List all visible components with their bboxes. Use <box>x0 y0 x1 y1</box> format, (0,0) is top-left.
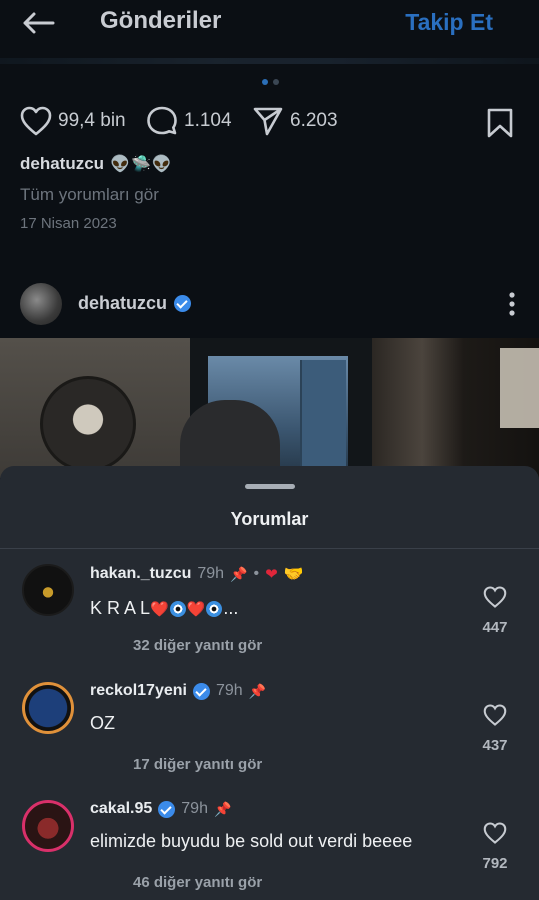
pin-icon: 📌 <box>248 682 267 699</box>
comment-button[interactable]: 1.104 <box>146 106 232 136</box>
wall-decor-image <box>40 376 136 472</box>
comments-sheet: Yorumlar hakan._tuzcu 79h 📌 • ❤ 🤝 K R A … <box>0 466 539 900</box>
comment-username[interactable]: reckol17yeni <box>90 682 187 700</box>
post-image[interactable] <box>0 338 539 478</box>
evil-eye-icon <box>169 601 186 618</box>
comment-header: reckol17yeni 79h 📌 <box>90 682 266 700</box>
comment-header: hakan._tuzcu 79h 📌 • ❤ 🤝 <box>90 564 304 584</box>
avatar[interactable] <box>22 682 74 734</box>
like-button[interactable]: 99,4 bin <box>20 106 126 136</box>
verified-badge-icon <box>192 682 210 700</box>
save-button[interactable] <box>486 108 514 143</box>
heart-icon <box>483 704 507 726</box>
like-count: 99,4 bin <box>58 110 126 131</box>
heart-icon <box>20 106 52 136</box>
comment-like-count: 447 <box>482 619 508 636</box>
next-post-username-row[interactable]: dehatuzcu <box>78 293 192 314</box>
comment-like-count: 792 <box>482 855 508 872</box>
view-replies-link[interactable]: 46 diğer yanıtı gör <box>133 874 262 891</box>
share-count: 6.203 <box>290 110 338 131</box>
carousel-dot <box>273 79 279 85</box>
comment-like-button[interactable]: 447 <box>475 586 515 636</box>
caption-emojis: 👽🛸👽 <box>110 156 173 173</box>
follow-button[interactable]: Takip Et <box>405 9 493 36</box>
heart-icon <box>483 822 507 844</box>
comment-time: 79h <box>215 682 243 699</box>
arrow-left-icon <box>23 12 55 34</box>
pin-icon: 📌 <box>213 800 232 817</box>
comment-text: elimizde buyudu be sold out verdi beeee <box>90 831 413 851</box>
comment-text: OZ <box>90 713 115 733</box>
view-all-comments-link[interactable]: Tüm yorumları gör <box>20 185 159 205</box>
more-vertical-icon <box>509 292 515 316</box>
heart-icon <box>483 586 507 608</box>
comment-like-count: 437 <box>482 737 508 754</box>
verified-badge-icon <box>174 295 192 312</box>
comment-header: cakal.95 79h 📌 <box>90 800 231 818</box>
share-button[interactable]: 6.203 <box>252 106 338 136</box>
back-button[interactable] <box>20 8 56 38</box>
comment-username[interactable]: cakal.95 <box>90 800 152 818</box>
top-bar: Gönderiler Takip Et <box>0 0 539 46</box>
divider <box>0 548 539 549</box>
avatar[interactable] <box>20 283 62 325</box>
creator-liked-heart-icon: ❤ <box>265 566 278 583</box>
comment-item: hakan._tuzcu 79h 📌 • ❤ 🤝 K R A L❤️ ❤️... … <box>0 556 539 674</box>
extra-emoji: 🤝 <box>283 566 304 583</box>
more-options-button[interactable] <box>508 291 516 322</box>
page-title: Gönderiler <box>100 7 222 34</box>
bookmark-icon <box>487 108 513 138</box>
carousel-indicator <box>262 79 279 85</box>
sheet-grabber[interactable] <box>245 484 295 489</box>
red-heart-icon: ❤️ <box>150 601 169 618</box>
evil-eye-icon <box>206 601 223 618</box>
comment-text-suffix: ... <box>223 598 239 618</box>
caption-username[interactable]: dehatuzcu <box>20 154 104 174</box>
comment-text: K R A L❤️ ❤️... <box>90 598 238 619</box>
comment-bubble-icon <box>147 106 177 135</box>
comment-like-button[interactable]: 792 <box>475 822 515 872</box>
view-replies-link[interactable]: 32 diğer yanıtı gör <box>133 637 262 654</box>
sheet-title: Yorumlar <box>230 509 309 529</box>
comment-like-button[interactable]: 437 <box>475 704 515 754</box>
previous-image-edge <box>0 58 539 64</box>
pin-icon: 📌 <box>230 565 248 582</box>
carousel-dot-active <box>262 79 268 85</box>
comment-item: reckol17yeni 79h 📌 OZ 17 diğer yanıtı gö… <box>0 674 539 792</box>
separator-dot: • <box>253 565 260 582</box>
comment-username[interactable]: hakan._tuzcu <box>90 565 191 583</box>
post-date: 17 Nisan 2023 <box>20 215 117 232</box>
avatar[interactable] <box>22 564 74 616</box>
paper-plane-icon <box>253 107 283 136</box>
avatar[interactable] <box>22 800 74 852</box>
verified-badge-icon <box>158 800 176 818</box>
next-post-username: dehatuzcu <box>78 293 168 313</box>
post-caption: dehatuzcu 👽🛸👽 <box>20 154 173 174</box>
comment-time: 79h <box>197 565 225 582</box>
comment-time: 79h <box>181 800 208 817</box>
view-replies-link[interactable]: 17 diğer yanıtı gör <box>133 756 262 773</box>
comment-text-prefix: K R A L <box>90 598 151 618</box>
post-actions: 99,4 bin 1.104 6.203 <box>20 106 520 140</box>
red-heart-icon: ❤️ <box>186 601 206 618</box>
comment-count: 1.104 <box>184 110 232 131</box>
next-post-header: dehatuzcu <box>20 283 520 325</box>
comment-item: cakal.95 79h 📌 elimizde buyudu be sold o… <box>0 792 539 900</box>
